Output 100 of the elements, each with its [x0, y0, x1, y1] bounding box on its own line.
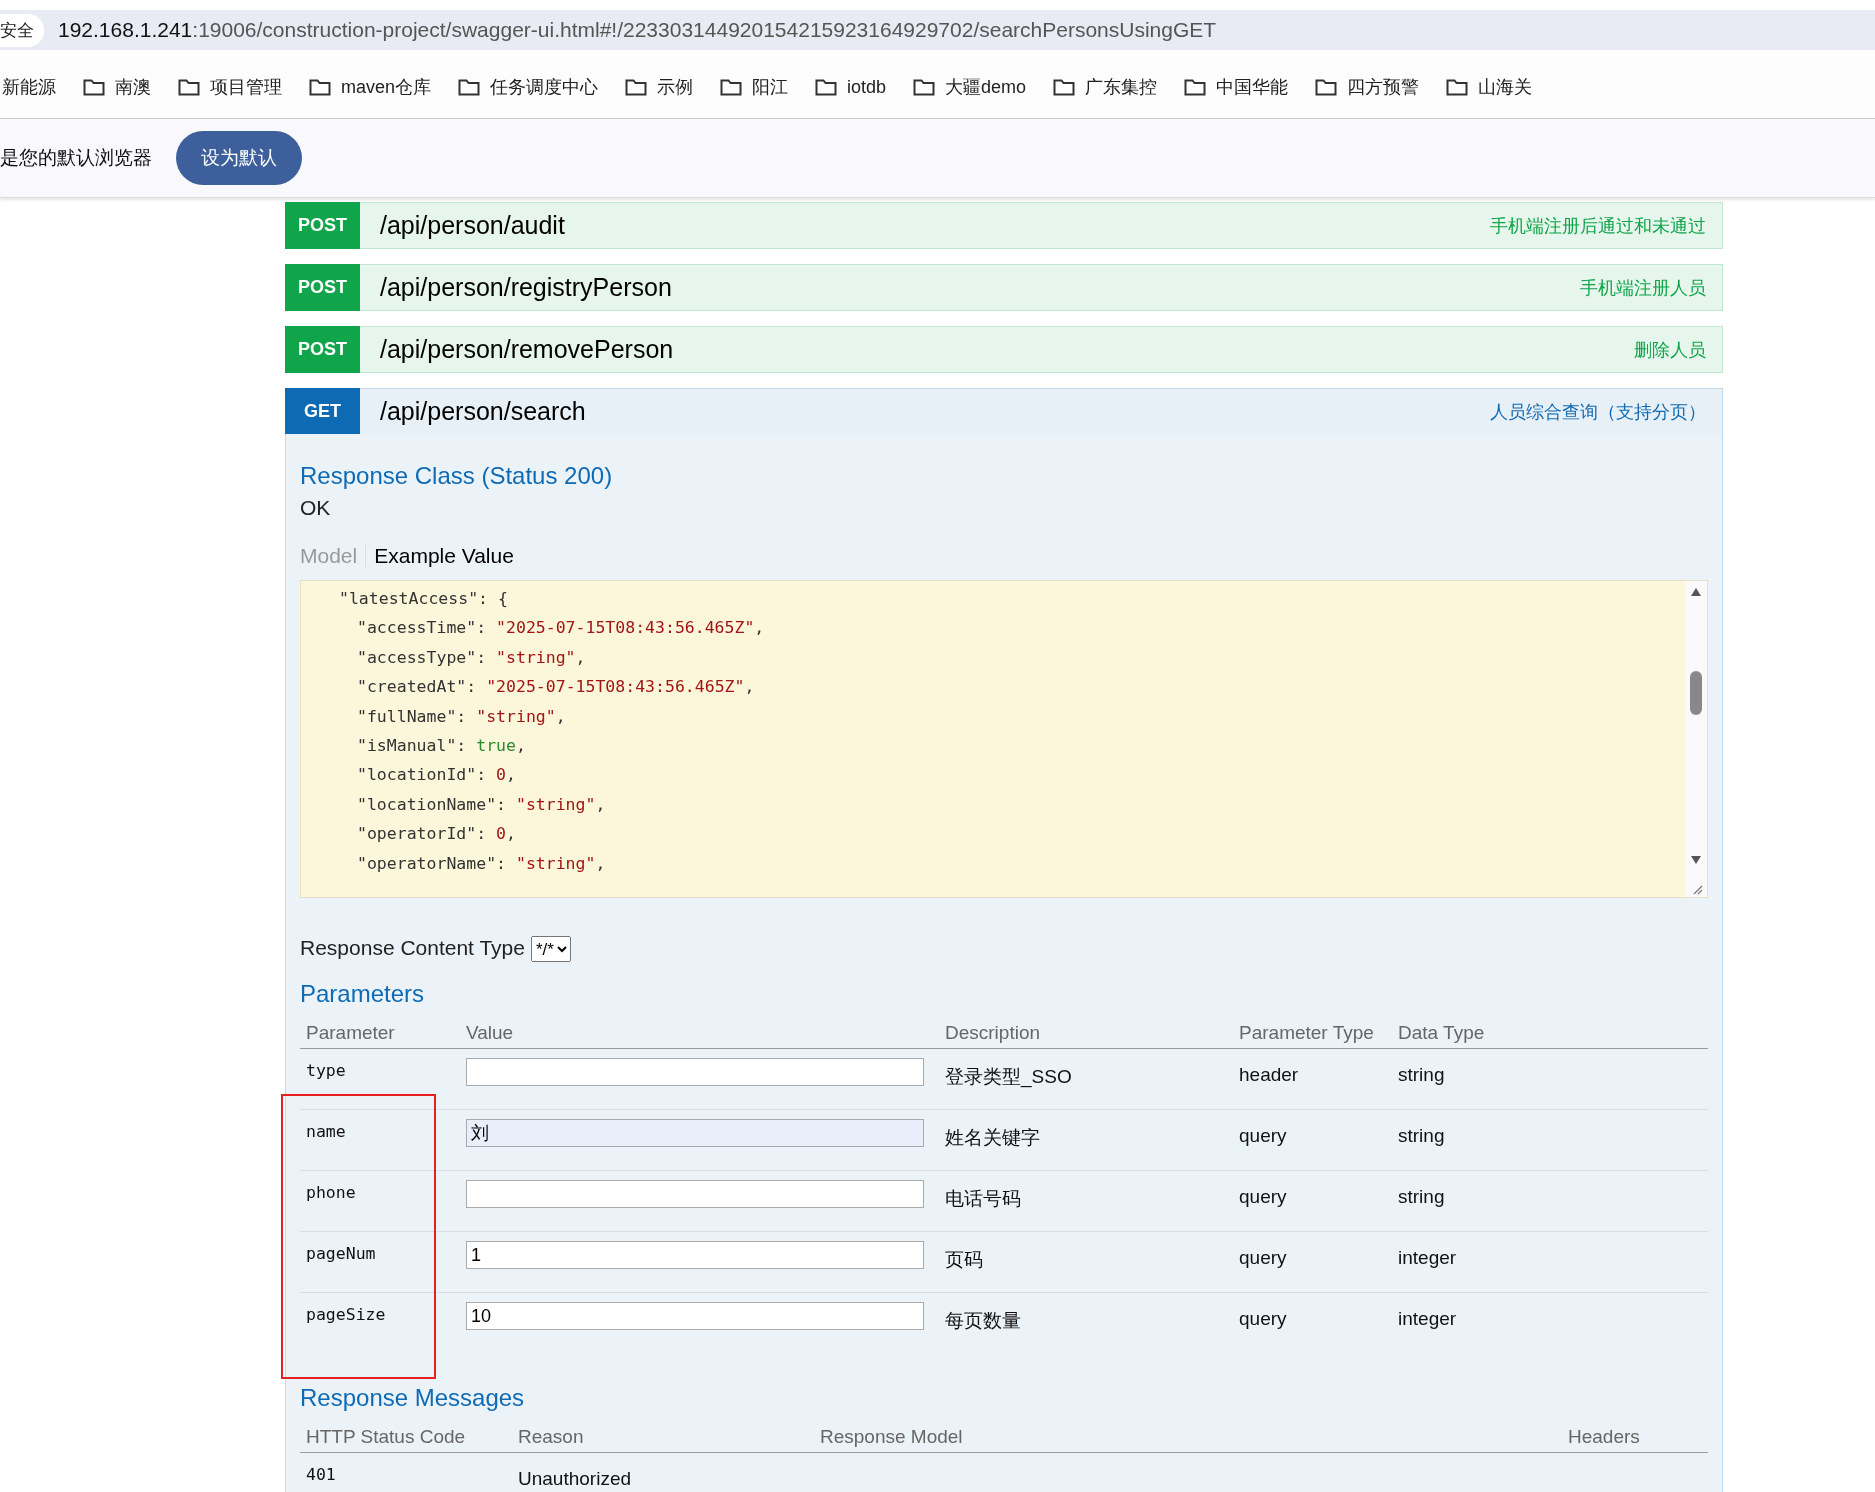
- column-header: Value: [460, 1016, 939, 1049]
- parameter-description: 姓名关键字: [939, 1110, 1233, 1171]
- parameter-input[interactable]: 1: [466, 1241, 924, 1269]
- folder-icon: [913, 78, 936, 96]
- resize-handle-icon[interactable]: [1691, 883, 1703, 895]
- parameter-type: query: [1233, 1232, 1392, 1293]
- data-type: integer: [1397, 1307, 1458, 1331]
- bookmark[interactable]: 阳江: [720, 75, 789, 99]
- status-text: OK: [300, 496, 331, 520]
- endpoint-path[interactable]: /api/person/audit: [380, 211, 1490, 240]
- parameter-name: phone: [300, 1171, 460, 1232]
- parameter-name: type: [300, 1049, 460, 1110]
- parameter-description: 登录类型_SSO: [939, 1049, 1233, 1110]
- endpoint-summary: 手机端注册后通过和未通过: [1490, 214, 1706, 238]
- folder-icon: [178, 78, 200, 96]
- content-type-label: Response Content Type: [300, 936, 525, 960]
- column-header: Headers: [1518, 1420, 1708, 1453]
- method-badge: POST: [285, 264, 360, 311]
- code-line: "createdAt": "2025-07-15T08:43:56.465Z",: [356, 677, 755, 699]
- security-chip[interactable]: 安全: [0, 13, 44, 47]
- code-line: "accessType": "string",: [356, 647, 586, 669]
- bookmark[interactable]: 中国华能: [1184, 75, 1289, 99]
- folder-icon: [720, 78, 743, 96]
- bookmark[interactable]: 广东集控: [1053, 75, 1158, 99]
- endpoint-path[interactable]: /api/person/removePerson: [380, 335, 1634, 364]
- bookmark[interactable]: 大疆demo: [913, 75, 1027, 99]
- bookmark[interactable]: 项目管理: [178, 75, 282, 99]
- column-header: Response Model: [814, 1420, 1518, 1453]
- folder-icon: [1446, 78, 1469, 96]
- bookmark[interactable]: 山海关: [1446, 75, 1533, 99]
- parameter-type: query: [1233, 1171, 1392, 1232]
- parameter-input[interactable]: 刘: [466, 1119, 924, 1147]
- endpoint-summary: 删除人员: [1634, 338, 1706, 362]
- data-type: string: [1392, 1049, 1708, 1110]
- parameter-input[interactable]: [466, 1180, 924, 1208]
- scrollbar-thumb[interactable]: [1690, 671, 1702, 715]
- folder-icon: [83, 78, 105, 96]
- bookmark[interactable]: iotdb: [815, 76, 887, 98]
- code-line: "operatorId": 0,: [356, 824, 516, 846]
- scrollbar[interactable]: [1685, 581, 1707, 897]
- code-line: "operatorName": "string",: [356, 853, 606, 875]
- content-type-select[interactable]: */*: [530, 936, 571, 962]
- column-header: HTTP Status Code: [300, 1420, 512, 1453]
- parameter-description: 电话号码: [939, 1171, 1233, 1232]
- parameter-description: 页码: [939, 1232, 1233, 1293]
- folder-icon: [1053, 78, 1076, 96]
- folder-icon: [458, 78, 481, 96]
- operation-header[interactable]: GET /api/person/search 人员综合查询（支持分页）: [285, 388, 1723, 435]
- parameter-name: pageSize: [305, 1304, 387, 1326]
- code-line: "fullName": "string",: [356, 706, 566, 728]
- data-type: integer: [1392, 1232, 1708, 1293]
- code-line: "isManual": true,: [356, 735, 526, 757]
- data-type: string: [1392, 1171, 1708, 1232]
- code-line: "locationName": "string",: [356, 794, 606, 816]
- default-browser-message: 是您的默认浏览器: [0, 146, 152, 170]
- folder-icon: [625, 78, 648, 96]
- endpoint-summary: 人员综合查询（支持分页）: [1490, 400, 1706, 424]
- operation-header[interactable]: POST /api/person/removePerson 删除人员: [285, 326, 1723, 373]
- folder-icon: [1315, 78, 1338, 96]
- bookmark[interactable]: 示例: [625, 75, 694, 99]
- endpoint-path[interactable]: /api/person/registryPerson: [380, 273, 1580, 302]
- status-reason: Unauthorized: [517, 1467, 633, 1491]
- parameter-type: query: [1233, 1110, 1392, 1171]
- status-code: 401: [305, 1464, 337, 1486]
- column-header: Reason: [512, 1420, 814, 1453]
- code-line: "locationId": 0,: [356, 765, 516, 787]
- code-line: "latestAccess": {: [339, 589, 508, 610]
- operation-header[interactable]: POST /api/person/audit 手机端注册后通过和未通过: [285, 202, 1723, 249]
- code-line: "accessTime": "2025-07-15T08:43:56.465Z",: [356, 618, 765, 640]
- operation-header[interactable]: POST /api/person/registryPerson 手机端注册人员: [285, 264, 1723, 311]
- section-title: Response Messages: [300, 1384, 525, 1412]
- section-title: Response Class (Status 200): [300, 462, 613, 490]
- endpoint-summary: 手机端注册人员: [1580, 276, 1706, 300]
- column-header: Parameter Type: [1233, 1016, 1392, 1049]
- bookmark[interactable]: 任务调度中心: [458, 75, 599, 99]
- endpoint-path[interactable]: /api/person/search: [380, 397, 1490, 426]
- url-text: 192.168.1.241:19006/construction-project/swagger-ui.html#!/223303144920154215923164929702/searchPersonsUsingGET: [58, 18, 1217, 42]
- model-tab[interactable]: Example Value: [365, 544, 522, 568]
- parameter-name: name: [300, 1110, 460, 1171]
- bookmark[interactable]: maven仓库: [309, 75, 432, 99]
- set-default-button[interactable]: 设为默认: [176, 131, 302, 185]
- parameter-description: 每页数量: [944, 1309, 1022, 1333]
- scroll-up-icon[interactable]: [1690, 587, 1702, 597]
- parameter-input[interactable]: 10: [466, 1302, 924, 1330]
- parameter-name: pageNum: [300, 1232, 460, 1293]
- column-header: Parameter: [300, 1016, 460, 1049]
- data-type: string: [1392, 1110, 1708, 1171]
- bookmark[interactable]: 南澳: [83, 75, 151, 99]
- folder-icon: [815, 78, 838, 96]
- column-header: Data Type: [1392, 1016, 1708, 1049]
- section-title: Parameters: [300, 980, 425, 1008]
- method-badge: GET: [285, 388, 360, 435]
- method-badge: POST: [285, 326, 360, 373]
- column-header: Description: [939, 1016, 1233, 1049]
- address-bar[interactable]: 安全 192.168.1.241:19006/construction-project/swagger-ui.html#!/223303144920154215923164929702/searchPersonsUsingGET: [0, 10, 1875, 50]
- scroll-down-icon[interactable]: [1690, 855, 1702, 865]
- parameter-input[interactable]: [466, 1058, 924, 1086]
- bookmark[interactable]: 四方预警: [1315, 75, 1420, 99]
- parameter-type: query: [1238, 1307, 1288, 1331]
- bookmark[interactable]: 新能源: [2, 75, 56, 99]
